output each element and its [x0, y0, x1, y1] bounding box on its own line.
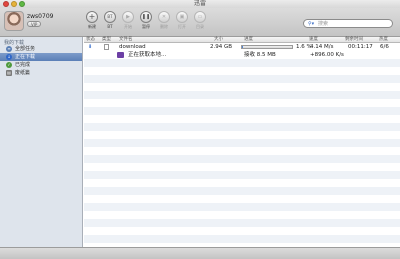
plus-icon: +	[86, 11, 98, 23]
empty-row	[84, 115, 400, 123]
empty-row	[84, 83, 400, 91]
empty-row	[84, 99, 400, 107]
search-icon: ⚲▾	[308, 21, 315, 27]
empty-row	[84, 219, 400, 227]
task-progress-fill	[242, 46, 243, 48]
task-progress-bar	[241, 45, 293, 49]
sidebar-item-label: 废纸篓	[15, 70, 31, 76]
vip-badge[interactable]: VIP	[27, 21, 42, 27]
subtask-row[interactable]: 正在获取本地... 接收 8.5 MB +896.00 K/s	[84, 51, 400, 59]
task-filename: download	[119, 44, 146, 50]
empty-row	[84, 147, 400, 155]
subtask-received: 接收 8.5 MB	[244, 52, 276, 58]
empty-row	[84, 195, 400, 203]
all-tasks-icon: ≡	[6, 46, 12, 52]
search-box[interactable]: ⚲▾	[303, 19, 393, 28]
empty-row	[84, 235, 400, 243]
trash-icon: ▤	[6, 70, 12, 76]
new-task-label: 新建	[88, 24, 96, 29]
delete-button[interactable]: ✕ 删除	[156, 11, 172, 35]
empty-row	[84, 139, 400, 147]
status-bar	[0, 247, 400, 259]
empty-row	[84, 171, 400, 179]
folder-button[interactable]: ▭ 目录	[192, 11, 208, 35]
app-window: 迅雷 zws0709 VIP + 新建 BT BT ▶ 开始 ❚❚ 暂停 ✕ 删…	[0, 0, 400, 259]
task-list: 状态 类型 文件名 大小 进度 速度 剩余时间 热度 ⬇ download 2.…	[84, 37, 400, 247]
user-name[interactable]: zws0709	[27, 13, 53, 20]
start-button[interactable]: ▶ 开始	[120, 11, 136, 35]
user-avatar[interactable]	[4, 11, 24, 31]
folder-icon: ▭	[194, 11, 206, 23]
pause-label: 暂停	[142, 24, 150, 29]
empty-row	[84, 67, 400, 75]
folder-label: 目录	[196, 24, 204, 29]
window-title: 迅雷	[193, 0, 206, 7]
download-status-icon: ⬇	[88, 44, 93, 50]
sidebar-item-completed[interactable]: ✓ 已完成	[0, 61, 82, 69]
task-remaining-time: 00:11:17	[348, 44, 373, 50]
delete-label: 删除	[160, 24, 168, 29]
empty-row	[84, 91, 400, 99]
bt-button[interactable]: BT BT	[102, 11, 118, 35]
sidebar-item-label: 已完成	[15, 62, 31, 68]
trash-icon: ✕	[158, 11, 170, 23]
empty-row	[84, 211, 400, 219]
empty-row	[84, 179, 400, 187]
table-row[interactable]: ⬇ download 2.94 GB 1.6 % 4.14 M/s 00:11:…	[84, 43, 400, 51]
empty-row	[84, 155, 400, 163]
empty-row	[84, 107, 400, 115]
empty-row	[84, 123, 400, 131]
task-size: 2.94 GB	[210, 44, 233, 50]
sidebar-item-all-tasks[interactable]: ≡ 全部任务	[0, 45, 82, 53]
search-input[interactable]	[318, 20, 390, 28]
pause-icon: ❚❚	[140, 11, 152, 23]
empty-row	[84, 75, 400, 83]
empty-row	[84, 59, 400, 67]
subtask-icon	[117, 52, 124, 58]
bt-icon: BT	[104, 11, 116, 23]
toolbar: zws0709 VIP + 新建 BT BT ▶ 开始 ❚❚ 暂停 ✕ 删除 ▣…	[0, 8, 400, 37]
open-button[interactable]: ▣ 打开	[174, 11, 190, 35]
download-arrow-icon: ↓	[6, 54, 12, 60]
subtask-speed: +896.00 K/s	[310, 52, 344, 58]
start-label: 开始	[124, 24, 132, 29]
empty-row	[84, 227, 400, 235]
empty-row	[84, 163, 400, 171]
sidebar-item-label: 正在下载	[15, 54, 36, 60]
pause-button[interactable]: ❚❚ 暂停	[138, 11, 154, 35]
bt-label: BT	[107, 24, 113, 29]
empty-row	[84, 187, 400, 195]
title-bar: 迅雷	[0, 0, 400, 8]
file-icon	[104, 44, 109, 50]
sidebar-item-trash[interactable]: ▤ 废纸篓	[0, 69, 82, 77]
new-task-button[interactable]: + 新建	[84, 11, 100, 35]
empty-row	[84, 203, 400, 211]
task-speed: 4.14 M/s	[310, 44, 334, 50]
check-icon: ✓	[6, 62, 12, 68]
task-heat: 6/6	[380, 44, 389, 50]
open-label: 打开	[178, 24, 186, 29]
sidebar-item-downloading[interactable]: ↓ 正在下载	[0, 53, 82, 61]
open-icon: ▣	[176, 11, 188, 23]
sidebar: 我的下载 ≡ 全部任务 ↓ 正在下载 ✓ 已完成 ▤ 废纸篓	[0, 37, 83, 247]
empty-row	[84, 131, 400, 139]
subtask-status: 正在获取本地...	[128, 52, 167, 58]
play-icon: ▶	[122, 11, 134, 23]
sidebar-item-label: 全部任务	[15, 46, 36, 52]
